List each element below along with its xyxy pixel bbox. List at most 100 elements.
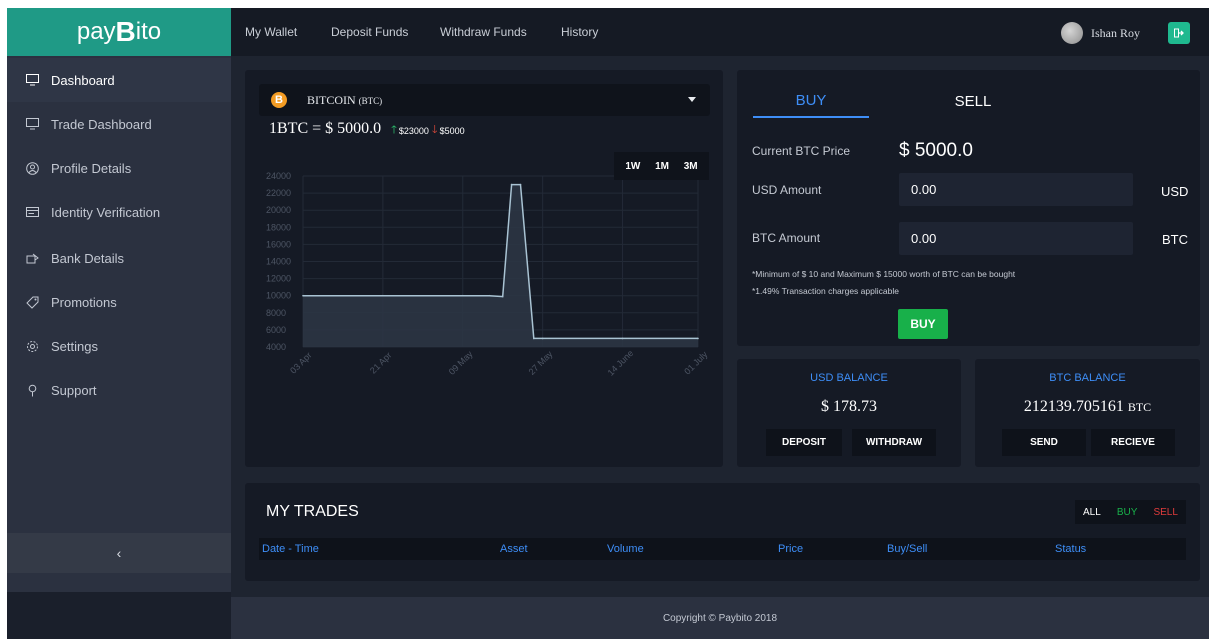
support-icon <box>25 383 39 397</box>
nav-link-deposit-funds[interactable]: Deposit Funds <box>331 25 408 39</box>
sidebar-item-label: Promotions <box>51 294 117 310</box>
sidebar-item-promotions[interactable]: Promotions <box>7 280 231 324</box>
tag-icon <box>25 295 39 309</box>
data-point <box>519 183 522 186</box>
nav-link-withdraw-funds[interactable]: Withdraw Funds <box>440 25 527 39</box>
usd-amount-input[interactable]: 0.00 <box>899 173 1133 206</box>
range-selector: 1W 1M 3M <box>614 152 709 180</box>
current-price-value: $ 5000.0 <box>899 140 973 161</box>
price-chart-panel: B BITCOIN (BTC) 1BTC = $ 5000.0 🡑 $23000 … <box>245 70 723 467</box>
x-tick-label: 27 May <box>527 349 555 377</box>
column-asset[interactable]: Asset <box>500 543 528 555</box>
sidebar-item-label: Support <box>51 382 97 398</box>
sidebar-item-profile-details[interactable]: Profile Details <box>7 146 231 190</box>
sidebar-item-label: Bank Details <box>51 250 124 266</box>
monitor-icon <box>25 117 39 131</box>
x-tick-label: 09 May <box>447 349 475 377</box>
sidebar-item-settings[interactable]: Settings <box>7 324 231 368</box>
column-buy-sell[interactable]: Buy/Sell <box>887 543 927 555</box>
usd-balance-value: $ 178.73 <box>821 398 877 415</box>
x-tick-label: 01 July <box>682 349 710 377</box>
column-date-time[interactable]: Date - Time <box>262 543 319 555</box>
y-tick-label: 22000 <box>266 188 291 198</box>
paybito-logo[interactable]: pay Bito <box>7 8 231 56</box>
column-status[interactable]: Status <box>1055 543 1086 555</box>
sidebar-item-label: Settings <box>51 338 98 354</box>
sidebar-item-support[interactable]: Support <box>7 368 231 412</box>
y-tick-label: 10000 <box>266 291 291 301</box>
y-tick-label: 12000 <box>266 274 291 284</box>
btc-amount-label: BTC Amount <box>752 231 821 245</box>
data-point <box>510 183 513 186</box>
data-point <box>501 295 504 298</box>
data-point <box>621 337 624 340</box>
sidebar-footer <box>7 592 231 639</box>
logout-button[interactable] <box>1168 22 1190 44</box>
data-point <box>382 294 384 297</box>
series-area <box>303 184 698 347</box>
x-tick-label: 03 Apr <box>288 350 313 375</box>
id-card-icon <box>25 205 39 219</box>
chevron-left-icon: ‹ <box>116 545 122 561</box>
range-1w-button[interactable]: 1W <box>625 161 640 172</box>
tab-sell[interactable]: SELL <box>915 84 1031 118</box>
gear-icon <box>25 339 39 353</box>
data-point <box>697 337 699 340</box>
y-tick-label: 4000 <box>266 342 286 352</box>
btc-balance-unit: BTC <box>1127 400 1152 414</box>
column-volume[interactable]: Volume <box>607 543 644 555</box>
data-point <box>461 294 464 297</box>
sidebar-collapse-button[interactable]: ‹ <box>7 533 231 573</box>
usd-balance-panel: USD BALANCE $ 178.73 DEPOSIT WITHDRAW <box>737 359 961 467</box>
y-tick-label: 20000 <box>266 205 291 215</box>
nav-link-my-wallet[interactable]: My Wallet <box>245 25 297 39</box>
usd-amount-label: USD Amount <box>752 183 822 197</box>
sidebar-item-trade-dashboard[interactable]: Trade Dashboard <box>7 102 231 146</box>
filter-sell-button[interactable]: SELL <box>1153 507 1177 518</box>
btc-amount-input[interactable]: 0.00 <box>899 222 1133 255</box>
btc-balance-amount: 212139.705161 <box>1023 398 1124 415</box>
sidebar: pay Bito Dashboard Trade Dashboard Profil… <box>7 8 231 639</box>
tab-buy[interactable]: BUY <box>753 84 869 118</box>
x-tick-label: 14 June <box>606 348 636 378</box>
current-price-label: Current BTC Price <box>752 144 851 158</box>
filter-buy-button[interactable]: BUY <box>1117 507 1138 518</box>
trade-filter-group: ALL BUY SELL <box>1075 500 1186 524</box>
nav-link-history[interactable]: History <box>561 25 598 39</box>
buy-button[interactable]: BUY <box>898 309 948 339</box>
data-point <box>302 294 304 297</box>
btc-balance-panel: BTC BALANCE 212139.705161 BTC SEND RECIE… <box>975 359 1200 467</box>
logout-icon <box>1174 28 1184 38</box>
y-tick-label: 8000 <box>266 308 286 318</box>
withdraw-button[interactable]: WITHDRAW <box>852 429 936 456</box>
btc-unit: BTC <box>1162 232 1188 247</box>
sidebar-item-bank-details[interactable]: Bank Details <box>7 236 231 280</box>
user-name[interactable]: Ishan Roy <box>1091 26 1140 41</box>
trades-table-header: Date - Time Asset Volume Price Buy/Sell … <box>259 538 1186 560</box>
data-point <box>532 337 535 340</box>
user-avatar[interactable] <box>1061 22 1083 44</box>
filter-all-button[interactable]: ALL <box>1083 507 1101 518</box>
receive-button[interactable]: RECIEVE <box>1091 429 1175 456</box>
btc-balance-value: 212139.705161 BTC <box>975 398 1200 416</box>
sidebar-item-identity-verification[interactable]: Identity Verification <box>7 190 231 234</box>
logo-bitcoin-b: B <box>115 16 136 47</box>
logo-prefix: pay <box>76 18 116 45</box>
deposit-button[interactable]: DEPOSIT <box>766 429 842 456</box>
my-trades-panel: MY TRADES ALL BUY SELL Date - Time Asset… <box>245 483 1200 581</box>
price-area-chart: 4000 6000 8000 10000 12000 14000 16000 18000 200… <box>266 171 710 378</box>
column-price[interactable]: Price <box>778 543 803 555</box>
bank-icon <box>25 251 39 265</box>
my-trades-title: MY TRADES <box>266 503 359 520</box>
page-footer: Copyright © Paybito 2018 <box>231 597 1209 639</box>
send-button[interactable]: SEND <box>1002 429 1086 456</box>
range-3m-button[interactable]: 3M <box>684 161 698 172</box>
app-window: pay Bito Dashboard Trade Dashboard Profil… <box>7 8 1209 639</box>
top-navbar: My Wallet Deposit Funds Withdraw Funds H… <box>231 8 1209 56</box>
sidebar-item-dashboard[interactable]: Dashboard <box>7 58 231 102</box>
profile-icon <box>25 161 39 175</box>
charges-note: *1.49% Transaction charges applicable <box>752 286 899 296</box>
data-point <box>541 337 544 340</box>
range-1m-button[interactable]: 1M <box>655 161 669 172</box>
buy-sell-panel: BUY SELL Current BTC Price $ 5000.0 USD … <box>737 70 1200 346</box>
